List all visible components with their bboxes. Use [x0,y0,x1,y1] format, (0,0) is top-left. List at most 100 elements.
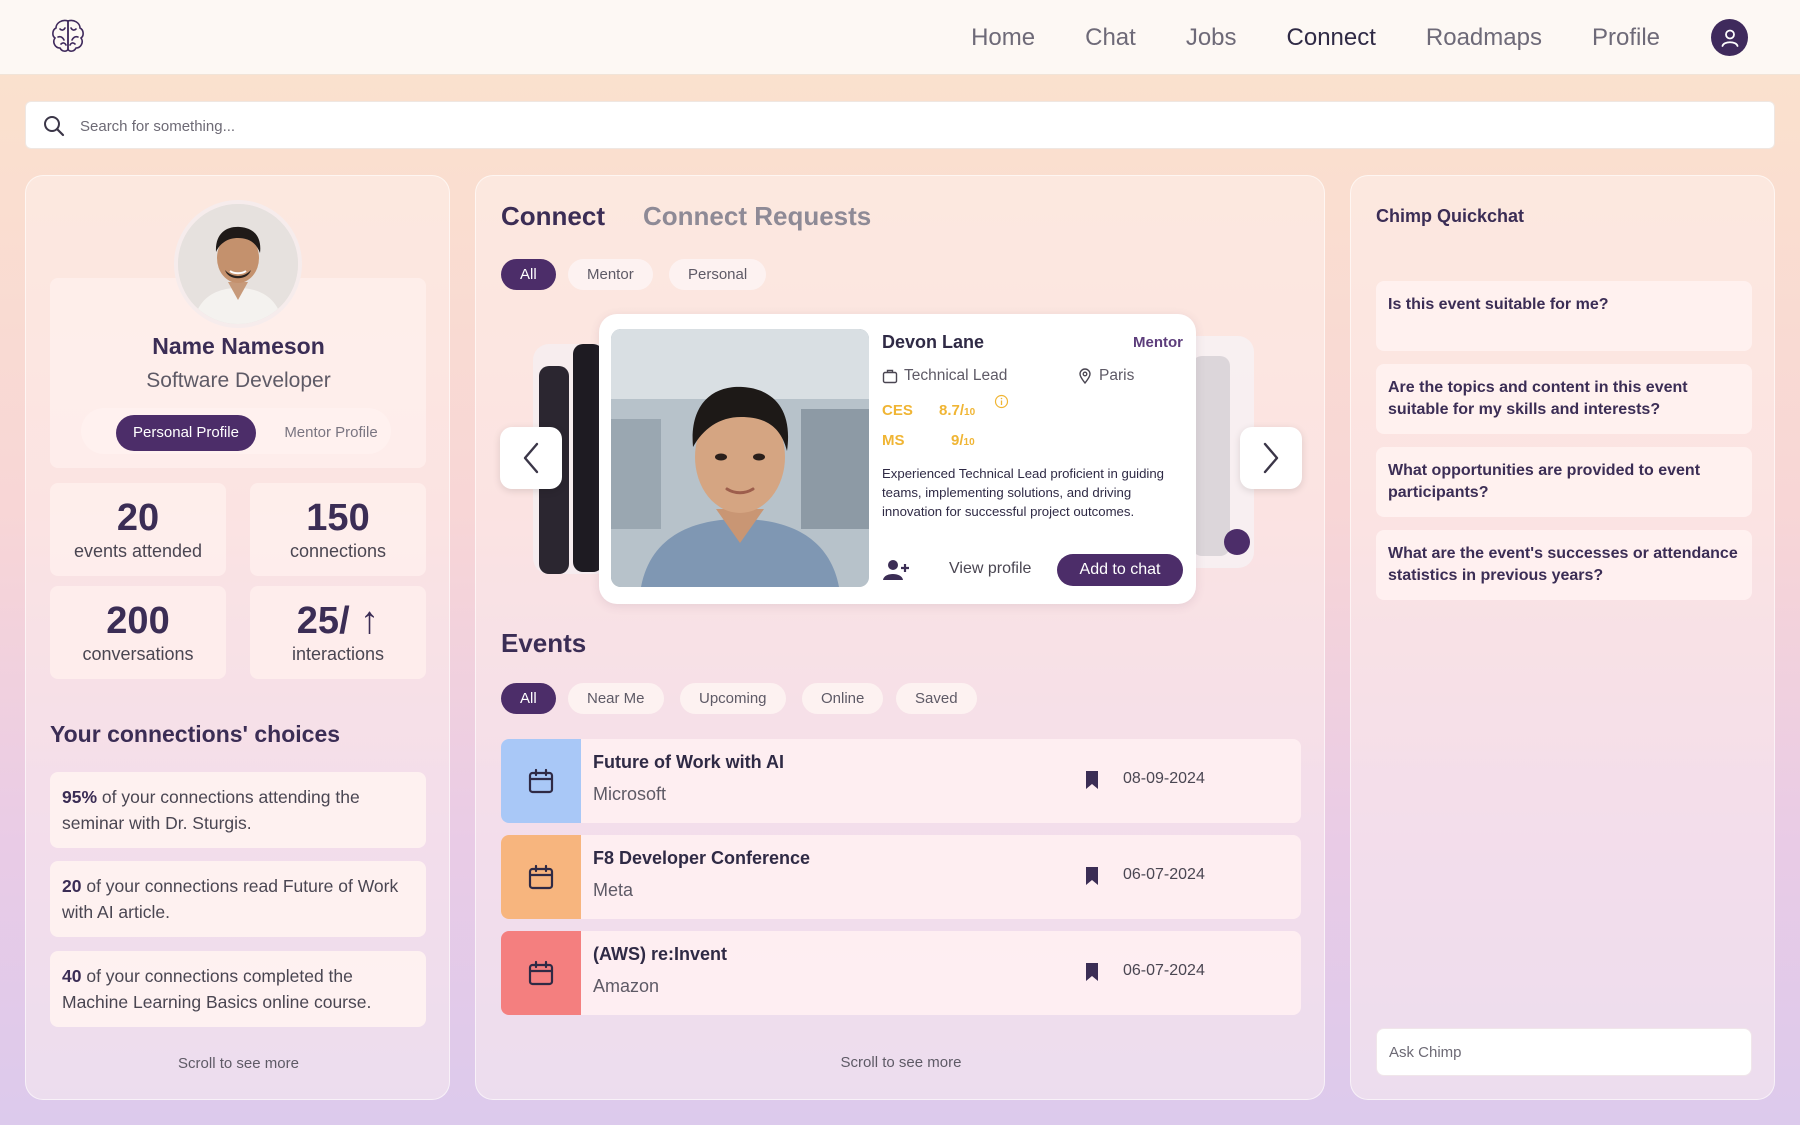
mentor-profile-button[interactable]: Mentor Profile [266,415,396,451]
stat-label: connections [289,541,387,561]
choice-highlight: 95% [62,787,98,807]
choice-highlight: 40 [62,966,82,986]
bookmark-icon[interactable] [1084,866,1100,886]
user-avatar-button[interactable] [1711,19,1748,56]
choice-item[interactable]: 20 of your connections read Future of Wo… [50,861,426,937]
personal-profile-button[interactable]: Personal Profile [116,415,256,451]
event-filter-saved[interactable]: Saved [896,683,977,714]
stat-events-attended: 20 events attended [50,483,226,576]
quickchat-question[interactable]: What opportunities are provided to event… [1376,447,1752,517]
person-title: Technical Lead [882,367,1007,385]
profile-name: Name Nameson [152,333,325,359]
carousel-next-photo [1192,356,1230,556]
nav-jobs[interactable]: Jobs [1186,24,1237,52]
nav-roadmaps[interactable]: Roadmaps [1426,24,1542,52]
calendar-icon [528,864,554,890]
profile-avatar [174,200,302,328]
stat-value: 150 [306,497,370,539]
event-row[interactable]: Future of Work with AI Microsoft 08-09-2… [501,739,1301,823]
tab-connect[interactable]: Connect [501,201,605,232]
bookmark-icon[interactable] [1084,770,1100,790]
scroll-hint: Scroll to see more [840,1054,962,1071]
tab-connect-requests[interactable]: Connect Requests [643,201,871,232]
person-name: Devon Lane [882,332,985,352]
ms-max: 10 [963,437,975,448]
person-bio: Experienced Technical Lead proficient in… [882,466,1165,519]
search-input[interactable] [80,110,1740,142]
search-icon [44,116,65,137]
profile-role: Software Developer [146,369,331,392]
stat-value: 25/ ↑ [296,600,380,642]
stat-conversations: 200 conversations [50,586,226,679]
stat-label: conversations [82,644,194,664]
stat-label: events attended [73,541,203,561]
filter-all[interactable]: All [501,259,556,290]
connections-choices-title: Your connections' choices [50,721,341,747]
ms-value: 9/ [951,432,964,449]
stat-connections: 150 connections [250,483,426,576]
events-title: Events [501,628,587,658]
person-title-text: Technical Lead [904,367,1008,384]
event-row[interactable]: F8 Developer Conference Meta 06-07-2024 [501,835,1301,919]
view-profile-link[interactable]: View profile [949,560,1031,578]
ces-label: CES [882,402,913,419]
event-date: 08-09-2024 [1123,770,1205,787]
choice-item[interactable]: 40 of your connections completed the Mac… [50,951,426,1027]
info-icon[interactable] [994,394,1009,409]
ms-score: 9/10 [951,432,975,449]
event-filter-all[interactable]: All [501,683,556,714]
filter-mentor[interactable]: Mentor [568,259,653,290]
location-pin-icon [1079,368,1091,384]
chevron-right-icon [1263,442,1279,474]
ask-chimp-input[interactable] [1376,1028,1752,1076]
person-photo [611,329,869,587]
event-organizer: Microsoft [593,784,667,804]
person-card: Devon Lane Mentor Technical Lead Paris C… [599,314,1196,604]
nav-home[interactable]: Home [971,24,1035,52]
scroll-hint: Scroll to see more [178,1055,299,1072]
stat-interactions: 25/ ↑ interactions [250,586,426,679]
quickchat-question[interactable]: Are the topics and content in this event… [1376,364,1752,434]
briefcase-icon [882,369,898,384]
add-user-icon[interactable] [882,558,910,582]
choice-highlight: 20 [62,876,82,896]
event-title: F8 Developer Conference [593,848,811,868]
quickchat-question[interactable]: Is this event suitable for me? [1376,281,1752,351]
stat-value: 200 [106,600,170,642]
add-to-chat-button[interactable]: Add to chat [1057,554,1183,586]
quickchat-panel: Chimp Quickchat Is this event suitable f… [1350,175,1775,1100]
chevron-left-icon [523,442,539,474]
connect-panel: Connect Connect Requests All Mentor Pers… [475,175,1325,1100]
stat-value: 20 [116,497,160,539]
carousel-prev-button[interactable] [500,427,562,489]
choice-item[interactable]: 95% of your connections attending the se… [50,772,426,848]
nav-chat[interactable]: Chat [1085,24,1136,52]
event-row[interactable]: (AWS) re:Invent Amazon 06-07-2024 [501,931,1301,1015]
event-date: 06-07-2024 [1123,866,1205,883]
nav-links: Home Chat Jobs Connect Roadmaps Profile [921,0,1660,75]
profile-toggle: Personal Profile Mentor Profile [81,408,391,454]
choice-text: of your connections read Future of Work … [62,876,399,922]
profile-panel: Name Nameson Software Developer Personal… [25,175,450,1100]
nav-profile[interactable]: Profile [1592,24,1660,52]
quickchat-question[interactable]: What are the event's successes or attend… [1376,530,1752,600]
quickchat-title: Chimp Quickchat [1376,206,1525,226]
event-title: (AWS) re:Invent [593,944,728,964]
nav-connect[interactable]: Connect [1287,24,1376,52]
filter-personal[interactable]: Personal [669,259,767,290]
carousel-next-button [1224,529,1250,555]
calendar-icon [528,960,554,986]
carousel-next-button[interactable] [1240,427,1302,489]
ms-label: MS [882,432,905,449]
search-bar [25,101,1775,149]
card-actions: View profile Add to chat [882,554,1183,586]
event-date: 06-07-2024 [1123,962,1205,979]
event-filter-near-me[interactable]: Near Me [568,683,664,714]
person-location: Paris [1077,367,1134,385]
event-filter-upcoming[interactable]: Upcoming [680,683,786,714]
brain-logo-icon[interactable] [48,16,88,56]
event-filter-online[interactable]: Online [802,683,884,714]
bookmark-icon[interactable] [1084,962,1100,982]
choice-text: of your connections completed the Machin… [62,966,372,1012]
choice-text: of your connections attending the semina… [62,787,360,833]
